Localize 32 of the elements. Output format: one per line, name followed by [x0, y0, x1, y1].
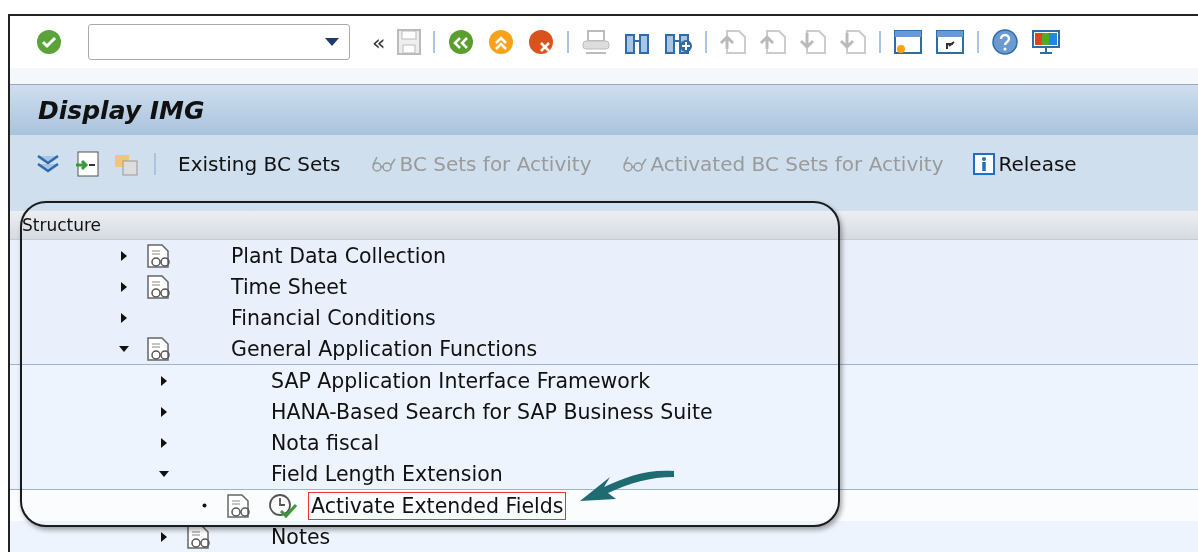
back-icon[interactable]	[447, 29, 476, 55]
document-glasses-icon[interactable]	[146, 242, 172, 269]
glasses-icon	[370, 155, 397, 173]
info-icon	[973, 153, 996, 175]
expand-all-icon[interactable]	[36, 153, 60, 175]
toolbar-button[interactable]: Release	[965, 152, 1085, 176]
document-glasses-icon[interactable]	[226, 492, 252, 519]
bullet-icon	[201, 503, 207, 508]
dropdown-caret-icon[interactable]	[325, 38, 339, 46]
column-header: Structure	[10, 211, 1198, 240]
tree-node-label[interactable]: Time Sheet	[228, 272, 350, 301]
help-icon[interactable]	[991, 29, 1020, 55]
monitor-icon[interactable]	[1031, 29, 1062, 55]
tree-node-label[interactable]: Notes	[268, 522, 334, 551]
import-icon[interactable]	[74, 151, 100, 177]
glasses-icon	[621, 155, 648, 173]
tree-node-label[interactable]: Nota fiscal	[268, 428, 383, 457]
check-icon[interactable]	[36, 29, 62, 55]
tree-node-label[interactable]: Plant Data Collection	[228, 241, 450, 270]
document-glasses-icon[interactable]	[146, 273, 172, 300]
tree-node-label[interactable]: Field Length Extension	[268, 459, 506, 488]
clock-check-icon[interactable]	[268, 492, 298, 519]
document-glasses-icon[interactable]	[146, 335, 172, 362]
command-field[interactable]	[88, 24, 350, 60]
toolbar-button[interactable]: Existing BC Sets	[170, 152, 349, 176]
screen-title: Display IMG	[38, 95, 205, 125]
shortcut-window-icon[interactable]	[935, 29, 966, 55]
collapse-glyph[interactable]: «	[372, 29, 386, 55]
tree-node-label[interactable]: Financial Conditions	[228, 303, 439, 332]
new-window-icon[interactable]	[893, 29, 924, 55]
tree-node-label[interactable]: Activate Extended Fields	[308, 491, 567, 520]
cancel-icon[interactable]	[527, 29, 556, 55]
